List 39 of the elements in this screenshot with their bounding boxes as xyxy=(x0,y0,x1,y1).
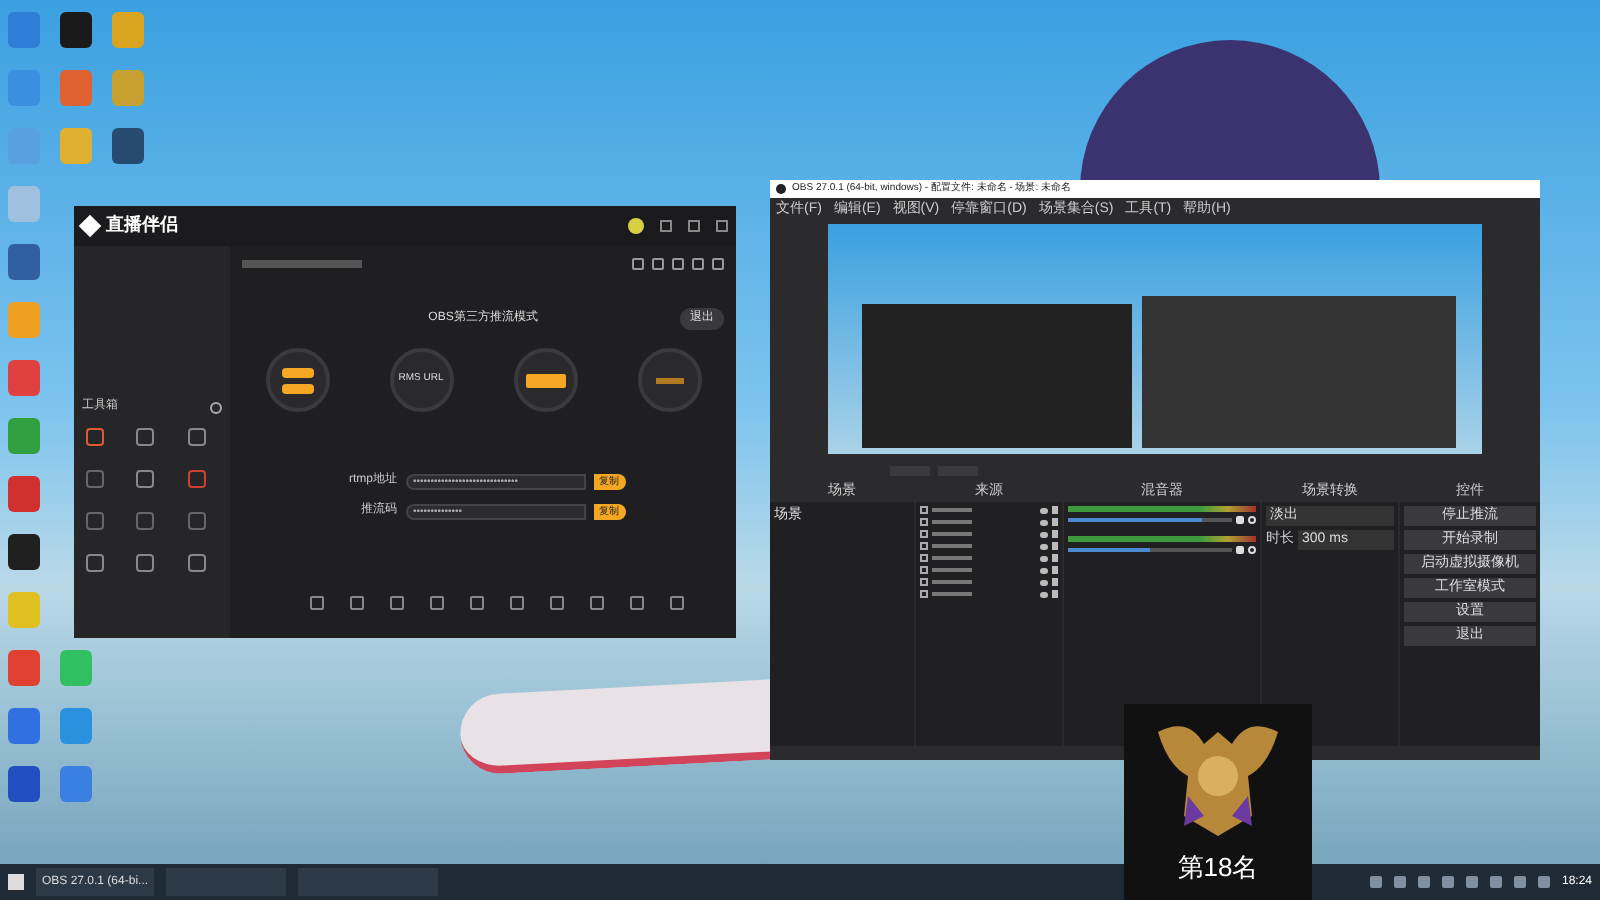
toolbar-icon[interactable] xyxy=(470,596,484,610)
avatar-icon[interactable] xyxy=(628,218,644,234)
desktop-app-icon[interactable] xyxy=(8,534,40,570)
maximize-icon[interactable] xyxy=(688,220,700,232)
desktop-app-icon[interactable] xyxy=(60,12,92,48)
tool-icon[interactable] xyxy=(136,470,155,488)
toolbar-icon[interactable] xyxy=(430,596,444,610)
toolbar-icon[interactable] xyxy=(310,596,324,610)
toolbar-icon[interactable] xyxy=(550,596,564,610)
toolbar-icon[interactable] xyxy=(670,596,684,610)
tool-icon[interactable] xyxy=(187,470,206,488)
settings-icon[interactable] xyxy=(210,401,222,413)
tool-icon[interactable] xyxy=(86,554,104,572)
logo-icon xyxy=(78,214,102,238)
step-button[interactable] xyxy=(281,367,313,377)
blurred-label xyxy=(655,377,683,383)
tool-icon[interactable] xyxy=(136,512,155,530)
toolbar-icon[interactable] xyxy=(630,596,644,610)
tool-icon[interactable] xyxy=(86,470,104,488)
tool-icon[interactable] xyxy=(86,428,104,446)
tool-icon[interactable] xyxy=(187,554,206,572)
toolbar-icon[interactable] xyxy=(590,596,604,610)
app-icon xyxy=(776,184,786,194)
close-icon[interactable] xyxy=(716,220,728,232)
tool-icon[interactable] xyxy=(187,512,206,530)
minimize-icon[interactable] xyxy=(660,220,672,232)
tool-icon[interactable] xyxy=(136,428,155,446)
toolbar-icon[interactable] xyxy=(350,596,364,610)
rank-text: 第18名 xyxy=(1177,850,1259,886)
step-button[interactable] xyxy=(281,383,313,393)
tool-icon[interactable] xyxy=(187,428,206,446)
app-logo: 直播伴侣 xyxy=(106,212,178,239)
tool-icon[interactable] xyxy=(136,554,155,572)
tool-icon[interactable] xyxy=(86,512,104,530)
blurred-title xyxy=(242,260,362,268)
toolbar-icon[interactable] xyxy=(510,596,524,610)
toolbar-icon[interactable] xyxy=(390,596,404,610)
start-icon[interactable] xyxy=(8,874,24,890)
step-button[interactable] xyxy=(525,373,565,387)
